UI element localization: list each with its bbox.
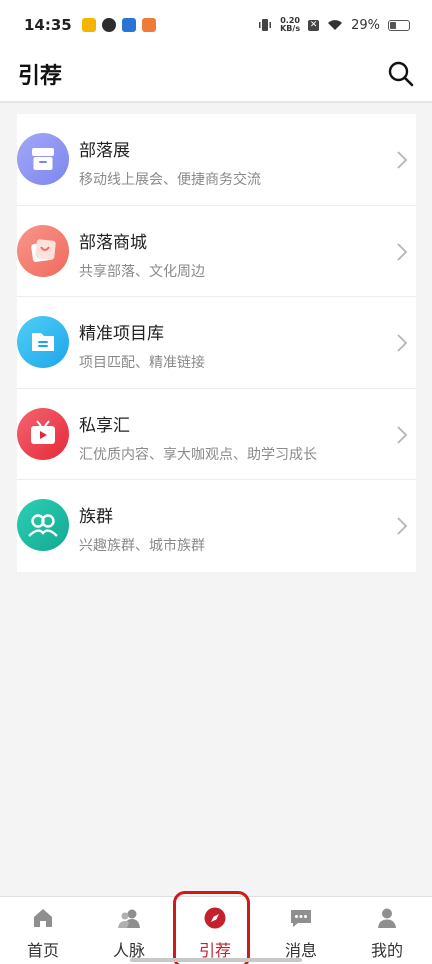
app-icon (121, 18, 136, 32)
status-bar-right: 0.20 KB/s ✕ 29% (258, 17, 410, 33)
status-bar-left: 14:35 (24, 16, 156, 34)
active-tab-highlight (173, 891, 250, 964)
vibrate-icon (259, 19, 272, 31)
list-item-community[interactable]: 族群 兴趣族群、城市族群 (17, 480, 416, 572)
group-icon (17, 499, 69, 551)
list-item-subtitle: 汇优质内容、享大咖观点、助学习成长 (79, 446, 317, 463)
chevron-right-icon (397, 242, 408, 261)
chevron-right-icon (397, 425, 408, 444)
tab-home[interactable]: 首页 (0, 897, 86, 964)
list-item-title: 族群 (79, 507, 113, 527)
weibo-icon (81, 18, 96, 32)
list-item-tribe-exhibition[interactable]: 部落展 移动线上展会、便捷商务交流 (17, 114, 416, 206)
tab-messages[interactable]: 消息 (258, 897, 344, 964)
status-bar: 14:35 0.20 KB/s ✕ 29% (0, 0, 432, 50)
list-item-title: 部落展 (79, 141, 130, 161)
profile-icon (378, 908, 396, 928)
search-icon[interactable] (386, 59, 416, 89)
folder-icon (17, 316, 69, 368)
home-indicator (130, 958, 302, 962)
tab-profile[interactable]: 我的 (344, 897, 430, 964)
list-item-subtitle: 移动线上展会、便捷商务交流 (79, 172, 261, 188)
archive-icon (17, 133, 69, 185)
list-item-title: 私享汇 (79, 415, 130, 436)
list-item-subtitle: 项目匹配、精准链接 (79, 355, 205, 371)
shopping-bag-icon (17, 224, 69, 277)
contacts-icon (118, 909, 140, 928)
list-item-subtitle: 共享部落、文化周边 (79, 263, 205, 280)
list-item-project-library[interactable]: 精准项目库 项目匹配、精准链接 (17, 297, 416, 389)
tv-icon (17, 407, 69, 460)
tab-label: 我的 (370, 941, 403, 960)
chevron-right-icon (397, 334, 408, 352)
list-item-private-club[interactable]: 私享汇 汇优质内容、享大咖观点、助学习成长 (17, 389, 416, 480)
tab-contacts[interactable]: 人脉 (86, 897, 172, 964)
status-time: 14:35 (24, 16, 72, 34)
message-icon (291, 910, 311, 927)
close-icon: ✕ (308, 19, 320, 31)
wifi-icon (328, 20, 343, 30)
battery-icon (388, 19, 410, 31)
app-icon (101, 18, 116, 32)
app-icon (141, 18, 156, 32)
list-item-title: 部落商城 (79, 232, 147, 253)
list-item-title: 精准项目库 (79, 324, 164, 344)
chevron-right-icon (397, 151, 408, 169)
chevron-right-icon (397, 517, 408, 535)
network-speed-unit: KB/s (280, 24, 301, 33)
tab-label: 首页 (26, 941, 59, 960)
home-icon (34, 909, 52, 927)
page-title: 引荐 (18, 64, 63, 89)
app-header: 引荐 (0, 50, 432, 103)
network-speed: 0.20 KB/s (280, 17, 300, 33)
list-item-subtitle: 兴趣族群、城市族群 (79, 538, 205, 554)
battery-percent: 29% (351, 17, 380, 33)
list-item-tribe-mall[interactable]: 部落商城 共享部落、文化周边 (17, 206, 416, 297)
feature-list: 部落展 移动线上展会、便捷商务交流 部落商城 共享部落、文化周边 精准项目库 项… (17, 114, 416, 572)
